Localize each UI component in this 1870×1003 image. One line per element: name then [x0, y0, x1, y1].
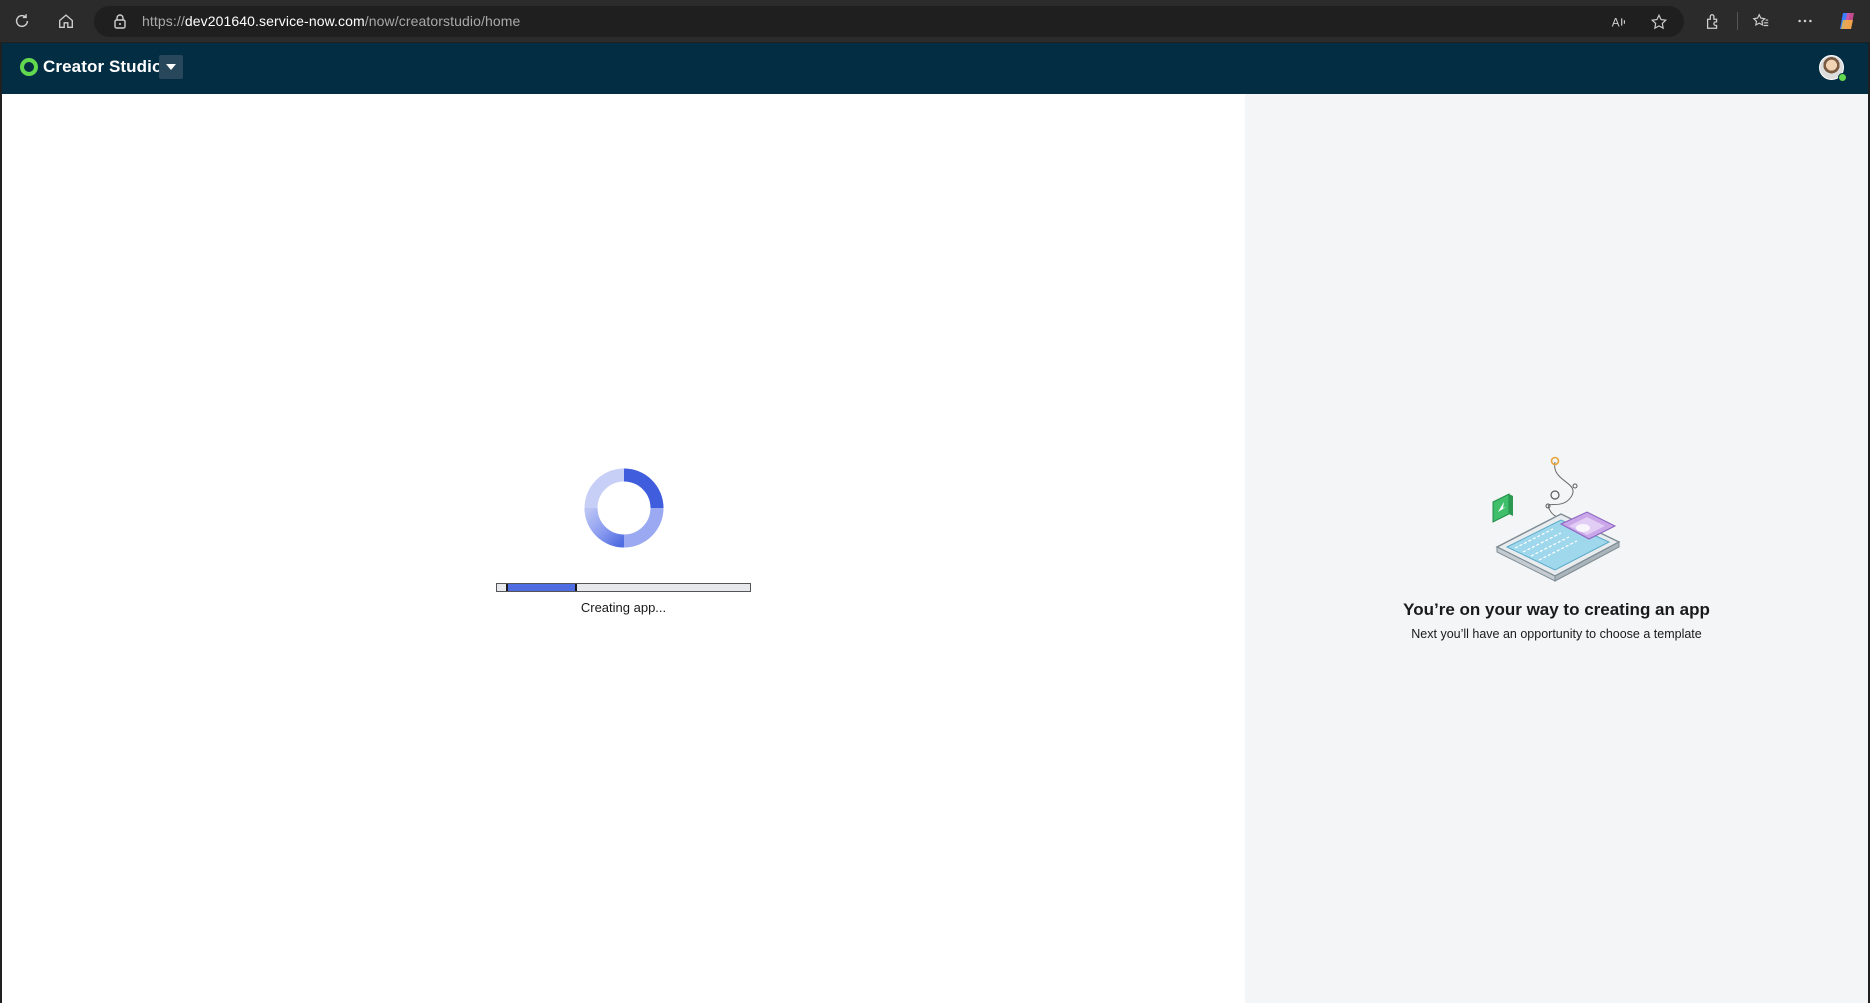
brand[interactable]: Creator Studio	[20, 57, 162, 77]
refresh-icon[interactable]	[9, 8, 35, 34]
app-switcher-dropdown[interactable]	[159, 55, 183, 79]
favorite-star-icon[interactable]	[1649, 12, 1669, 32]
read-aloud-icon[interactable]: A	[1609, 12, 1629, 32]
lock-icon[interactable]	[112, 13, 128, 29]
loading-spinner-icon	[584, 468, 664, 548]
extensions-icon[interactable]	[1702, 10, 1724, 32]
url-text[interactable]: https://dev201640.service-now.com/now/cr…	[142, 13, 520, 29]
copilot-icon[interactable]	[1836, 10, 1858, 32]
address-bar[interactable]: https://dev201640.service-now.com/now/cr…	[94, 6, 1684, 37]
panel-subtitle: Next you’ll have an opportunity to choos…	[1411, 627, 1702, 641]
url-prefix: https://	[142, 13, 185, 29]
main-content: Creating app... You’re on your way to cr…	[2, 94, 1868, 1003]
panel-title: You’re on your way to creating an app	[1403, 600, 1710, 619]
browser-toolbar: https://dev201640.service-now.com/now/cr…	[0, 0, 1870, 42]
servicenow-logo-icon	[20, 58, 38, 76]
presence-status-icon	[1838, 73, 1847, 82]
app-title: Creator Studio	[43, 57, 163, 76]
info-panel: You’re on your way to creating an app Ne…	[1245, 94, 1868, 1003]
progress-bar	[496, 583, 751, 592]
more-icon[interactable]	[1794, 10, 1816, 32]
app-creation-illustration-icon	[1492, 456, 1621, 582]
app-header: Creator Studio	[2, 43, 1868, 94]
svg-text:A: A	[1612, 17, 1620, 30]
home-icon[interactable]	[53, 8, 79, 34]
url-path: /now/creatorstudio/home	[364, 13, 521, 29]
progress-bar-fill	[506, 584, 577, 591]
favorites-icon[interactable]	[1750, 10, 1772, 32]
toolbar-divider	[1737, 12, 1738, 30]
progress-status-text: Creating app...	[580, 600, 667, 615]
url-host: dev201640.service-now.com	[184, 13, 365, 29]
